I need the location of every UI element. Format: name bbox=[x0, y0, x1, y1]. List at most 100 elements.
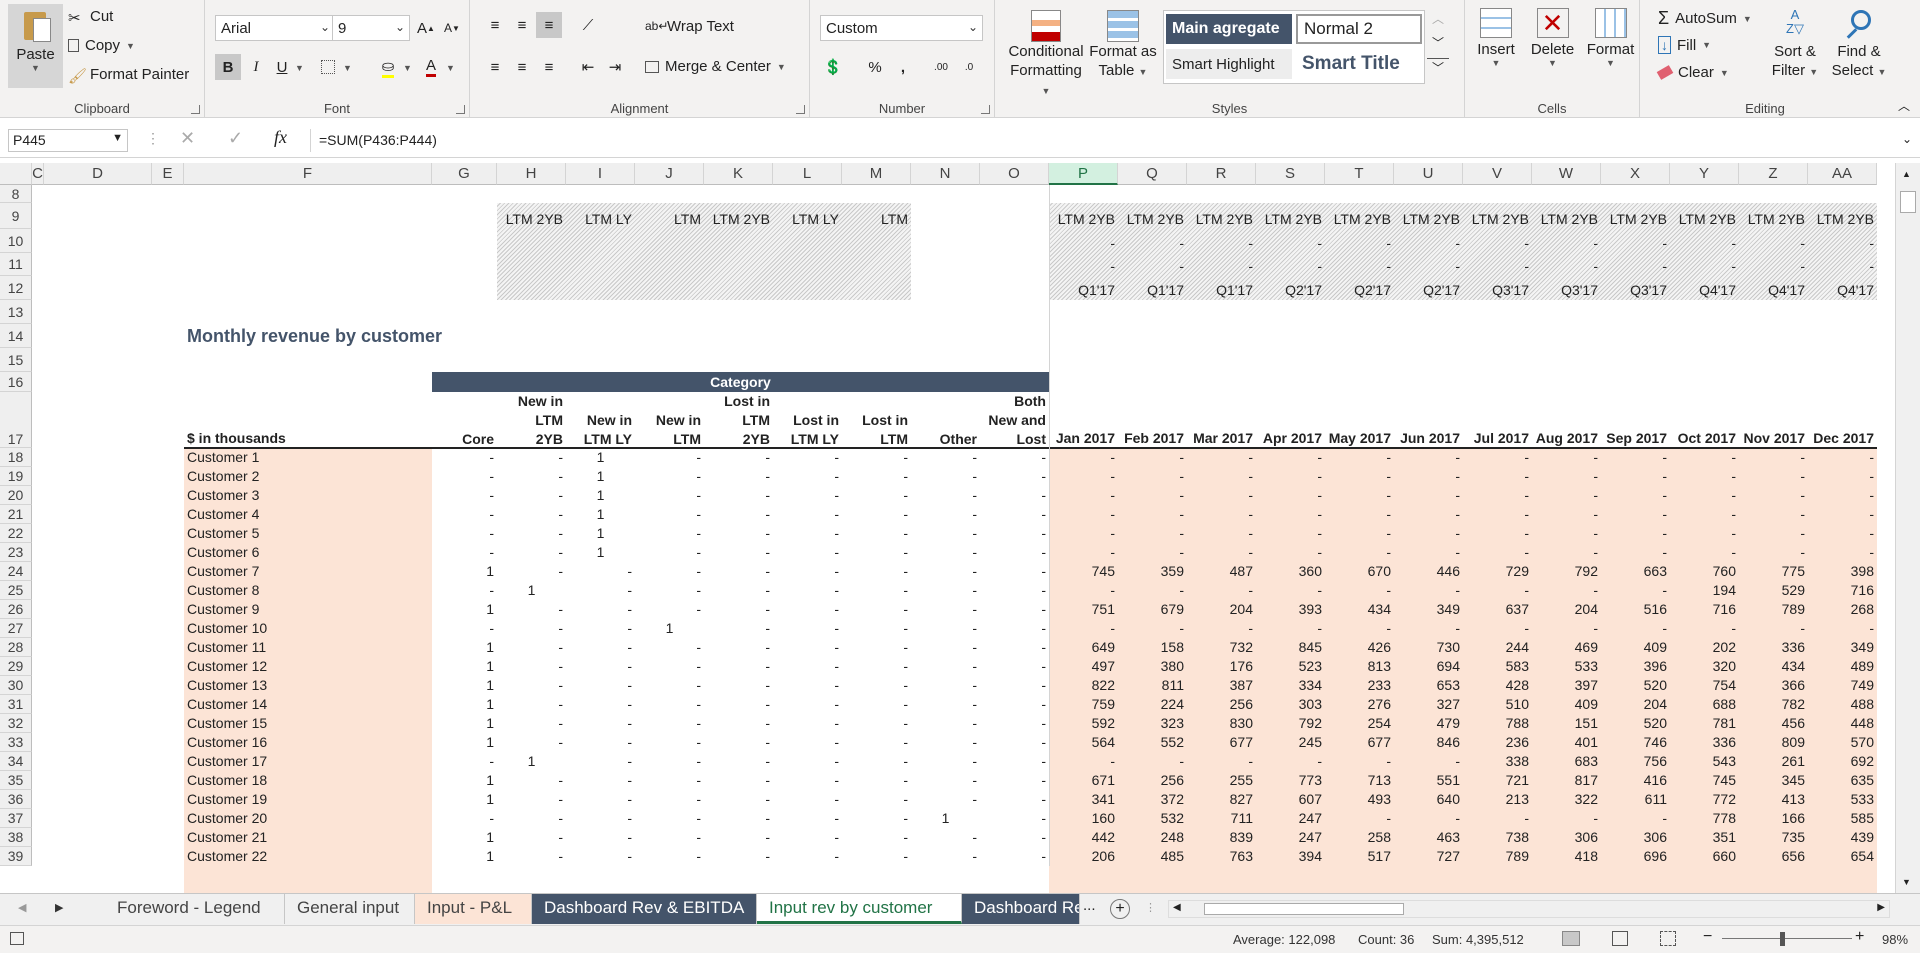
monthly-value-cell[interactable]: - bbox=[1118, 619, 1187, 638]
category-flag-cell[interactable]: - bbox=[635, 638, 704, 657]
monthly-value-cell[interactable]: 244 bbox=[1463, 638, 1532, 657]
monthly-value-cell[interactable]: - bbox=[1463, 543, 1532, 562]
more-tabs-button[interactable]: ... bbox=[1083, 897, 1096, 914]
monthly-value-cell[interactable]: 351 bbox=[1670, 828, 1739, 847]
category-column-header[interactable]: Lost in LTM bbox=[842, 392, 911, 448]
monthly-value-cell[interactable]: 360 bbox=[1256, 562, 1325, 581]
row-header[interactable]: 31 bbox=[0, 695, 32, 714]
monthly-value-cell[interactable]: - bbox=[1808, 505, 1877, 524]
monthly-value-cell[interactable]: 345 bbox=[1739, 771, 1808, 790]
monthly-value-cell[interactable]: 607 bbox=[1256, 790, 1325, 809]
category-flag-cell[interactable]: - bbox=[635, 581, 704, 600]
monthly-value-cell[interactable]: 320 bbox=[1670, 657, 1739, 676]
chevron-up-icon[interactable]: ︿ bbox=[1427, 10, 1449, 34]
monthly-value-cell[interactable]: 729 bbox=[1463, 562, 1532, 581]
category-flag-cell[interactable]: - bbox=[842, 790, 911, 809]
column-header[interactable]: V bbox=[1463, 163, 1532, 185]
category-flag-cell[interactable]: - bbox=[635, 847, 704, 866]
monthly-value-cell[interactable]: 439 bbox=[1808, 828, 1877, 847]
monthly-value-cell[interactable]: - bbox=[1463, 581, 1532, 600]
row-header[interactable]: 29 bbox=[0, 657, 32, 676]
category-flag-cell[interactable]: - bbox=[497, 505, 566, 524]
category-flag-cell[interactable]: - bbox=[773, 448, 842, 467]
macro-record-icon[interactable] bbox=[10, 932, 24, 945]
category-flag-cell[interactable]: - bbox=[842, 809, 911, 828]
customer-name-cell[interactable]: Customer 2 bbox=[184, 467, 432, 486]
monthly-value-cell[interactable]: - bbox=[1187, 752, 1256, 771]
monthly-value-cell[interactable]: 520 bbox=[1601, 676, 1670, 695]
category-flag-cell[interactable]: - bbox=[980, 657, 1049, 676]
increase-indent-icon[interactable]: ⇥ bbox=[602, 54, 628, 80]
tab-general-input[interactable]: General input bbox=[285, 894, 415, 924]
font-family-select[interactable]: Arial ⌄ bbox=[215, 15, 335, 41]
cell[interactable]: - bbox=[1256, 257, 1325, 276]
column-header[interactable]: Y bbox=[1670, 163, 1739, 185]
monthly-value-cell[interactable]: - bbox=[1739, 543, 1808, 562]
fill-color-button[interactable]: ⛀ bbox=[375, 54, 401, 80]
monthly-value-cell[interactable]: - bbox=[1049, 524, 1118, 543]
monthly-value-cell[interactable]: 754 bbox=[1670, 676, 1739, 695]
category-flag-cell[interactable]: 1 bbox=[432, 600, 497, 619]
copy-dropdown[interactable]: ▼ bbox=[126, 41, 135, 51]
monthly-value-cell[interactable]: - bbox=[1325, 752, 1394, 771]
monthly-value-cell[interactable]: 158 bbox=[1118, 638, 1187, 657]
monthly-value-cell[interactable]: 792 bbox=[1532, 562, 1601, 581]
customer-name-cell[interactable]: Customer 10 bbox=[184, 619, 432, 638]
cell[interactable]: - bbox=[1118, 257, 1187, 276]
category-flag-cell[interactable]: - bbox=[773, 600, 842, 619]
category-flag-cell[interactable]: - bbox=[773, 695, 842, 714]
category-flag-cell[interactable]: 1 bbox=[432, 733, 497, 752]
monthly-value-cell[interactable]: - bbox=[1049, 619, 1118, 638]
category-flag-cell[interactable]: - bbox=[432, 448, 497, 467]
column-header[interactable]: T bbox=[1325, 163, 1394, 185]
quarter-cell[interactable]: Q3'17 bbox=[1463, 281, 1532, 300]
monthly-value-cell[interactable]: 434 bbox=[1739, 657, 1808, 676]
conditional-formatting-button[interactable]: Conditional Formatting ▼ bbox=[1007, 10, 1085, 101]
row-header[interactable]: 18 bbox=[0, 448, 32, 467]
monthly-value-cell[interactable]: 446 bbox=[1394, 562, 1463, 581]
category-flag-cell[interactable]: - bbox=[980, 828, 1049, 847]
category-flag-cell[interactable]: - bbox=[635, 505, 704, 524]
monthly-value-cell[interactable]: 510 bbox=[1463, 695, 1532, 714]
column-header[interactable]: O bbox=[980, 163, 1049, 185]
category-flag-cell[interactable]: - bbox=[497, 828, 566, 847]
row-header[interactable]: 33 bbox=[0, 733, 32, 752]
monthly-value-cell[interactable]: - bbox=[1049, 448, 1118, 467]
cell[interactable]: - bbox=[1532, 234, 1601, 253]
expand-formula-icon[interactable]: ⌄ bbox=[1902, 132, 1912, 146]
monthly-value-cell[interactable]: - bbox=[1670, 619, 1739, 638]
scroll-right-icon[interactable]: ▶ bbox=[1877, 902, 1885, 913]
category-flag-cell[interactable]: - bbox=[497, 657, 566, 676]
monthly-value-cell[interactable]: 721 bbox=[1463, 771, 1532, 790]
monthly-value-cell[interactable]: 396 bbox=[1601, 657, 1670, 676]
monthly-value-cell[interactable]: - bbox=[1463, 809, 1532, 828]
monthly-value-cell[interactable]: 151 bbox=[1532, 714, 1601, 733]
column-header[interactable]: Z bbox=[1739, 163, 1808, 185]
row-header[interactable]: 25 bbox=[0, 581, 32, 600]
monthly-value-cell[interactable]: 248 bbox=[1118, 828, 1187, 847]
styles-gallery-scroll[interactable]: ︿ ﹀ ﹀ bbox=[1427, 10, 1449, 84]
monthly-value-cell[interactable]: 349 bbox=[1808, 638, 1877, 657]
category-flag-cell[interactable]: - bbox=[635, 828, 704, 847]
category-flag-cell[interactable]: - bbox=[980, 505, 1049, 524]
paste-button[interactable]: Paste ▼ bbox=[8, 4, 63, 88]
quarter-cell[interactable]: Q2'17 bbox=[1394, 281, 1463, 300]
monthly-value-cell[interactable]: 523 bbox=[1256, 657, 1325, 676]
category-flag-cell[interactable]: - bbox=[980, 581, 1049, 600]
monthly-value-cell[interactable]: 397 bbox=[1532, 676, 1601, 695]
monthly-value-cell[interactable]: 583 bbox=[1463, 657, 1532, 676]
chevron-down-icon[interactable]: ﹀ bbox=[1427, 34, 1449, 58]
row-header[interactable]: 30 bbox=[0, 676, 32, 695]
category-flag-cell[interactable]: 1 bbox=[432, 562, 497, 581]
category-flag-cell[interactable]: - bbox=[704, 752, 773, 771]
monthly-value-cell[interactable]: 679 bbox=[1118, 600, 1187, 619]
cell[interactable]: - bbox=[1739, 234, 1808, 253]
customer-name-cell[interactable]: Customer 12 bbox=[184, 657, 432, 676]
monthly-value-cell[interactable]: 772 bbox=[1670, 790, 1739, 809]
monthly-value-cell[interactable]: - bbox=[1118, 524, 1187, 543]
monthly-value-cell[interactable]: - bbox=[1808, 543, 1877, 562]
format-painter-button[interactable]: 🖌 Format Painter bbox=[68, 66, 189, 85]
customer-name-cell[interactable]: Customer 11 bbox=[184, 638, 432, 657]
month-column-header[interactable]: Mar 2017 bbox=[1187, 429, 1256, 448]
monthly-value-cell[interactable]: 830 bbox=[1187, 714, 1256, 733]
